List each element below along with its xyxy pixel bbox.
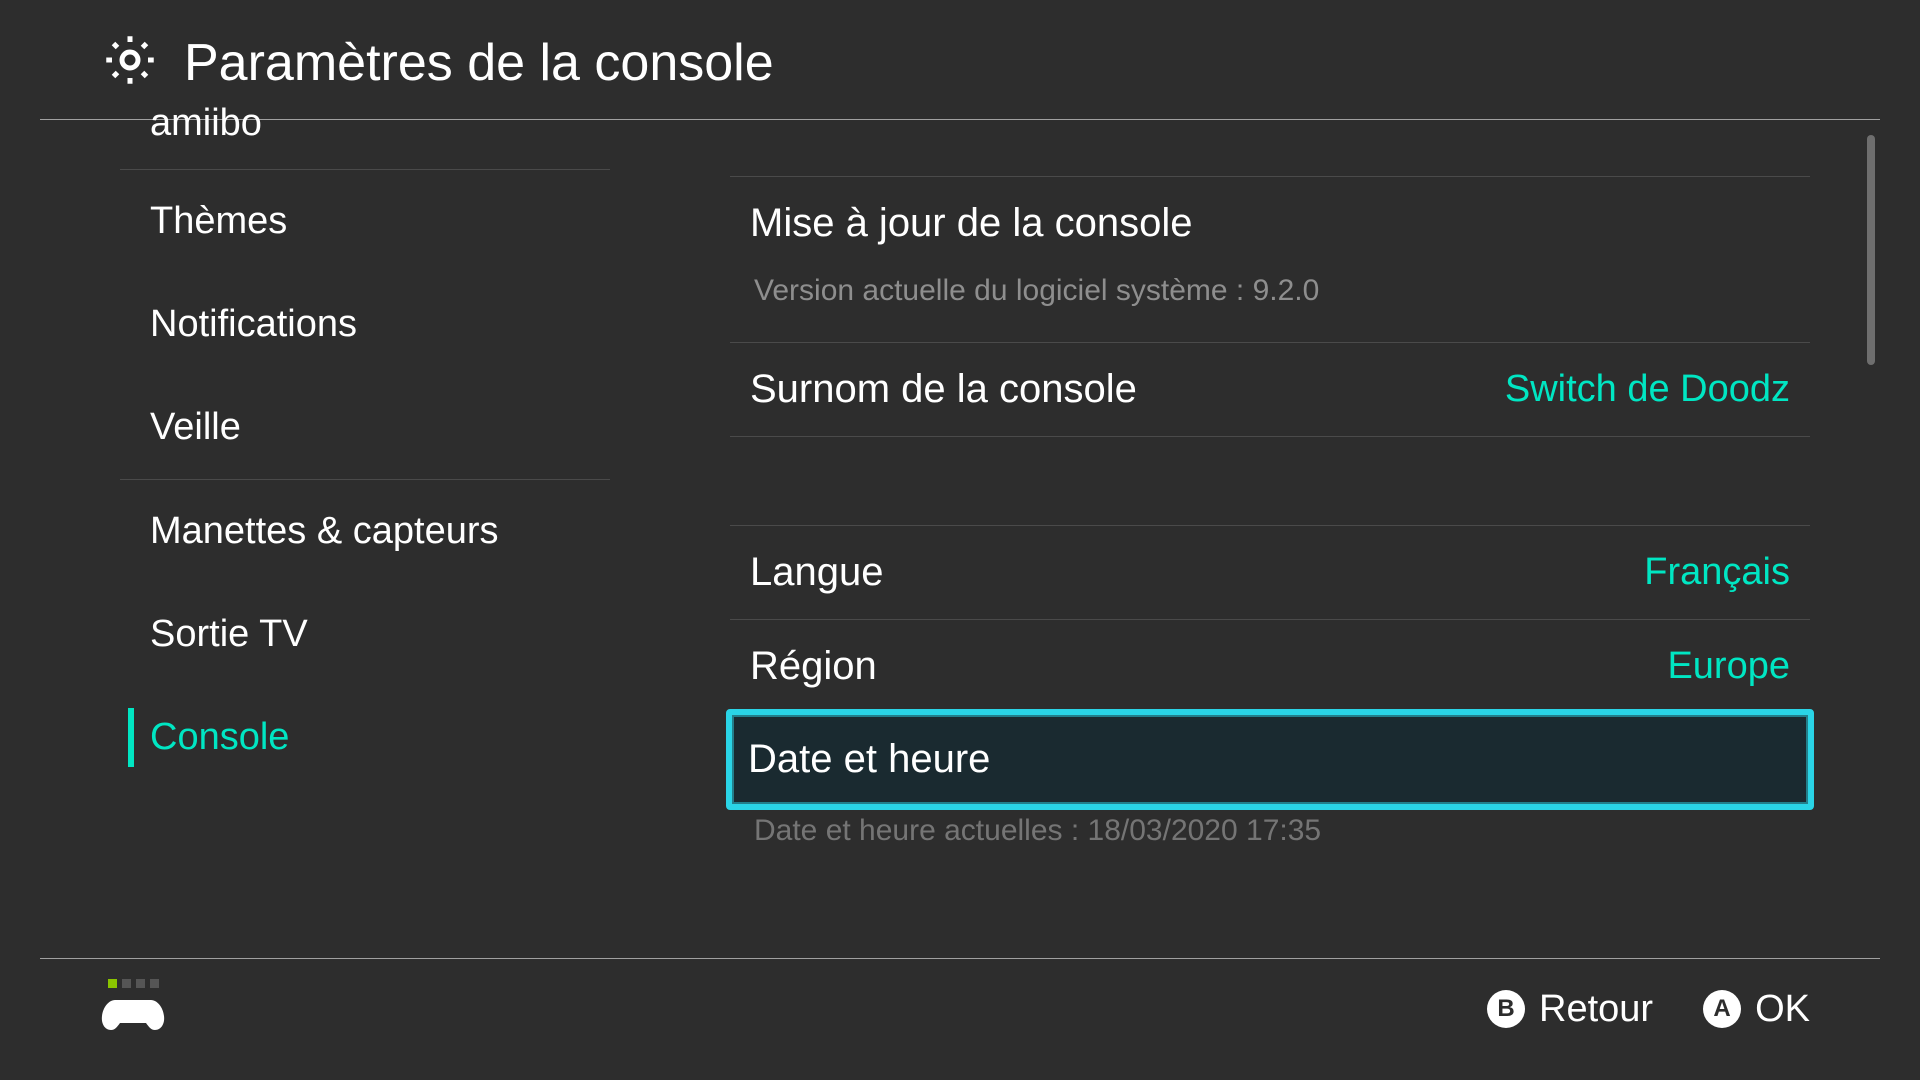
row-label: Surnom de la console [750, 367, 1137, 412]
scrollbar[interactable] [1867, 135, 1875, 365]
page-title: Paramètres de la console [184, 33, 774, 93]
controller-icon [100, 994, 166, 1039]
footer-buttons: B Retour A OK [1487, 988, 1810, 1031]
row-value: Français [1644, 551, 1790, 594]
a-key-icon: A [1703, 990, 1741, 1028]
date-time-subtitle: Date et heure actuelles : 18/03/2020 17:… [730, 810, 1810, 848]
row-date-time[interactable]: Date et heure [726, 709, 1814, 810]
back-button[interactable]: B Retour [1487, 988, 1653, 1031]
group-system-update: Mise à jour de la console Version actuel… [730, 176, 1810, 437]
row-label: Date et heure [748, 737, 990, 782]
sidebar-item-label: Veille [150, 406, 241, 448]
row-label: Langue [750, 550, 883, 595]
sidebar-item-label: Thèmes [150, 200, 287, 242]
sidebar-item-tv-output[interactable]: Sortie TV [40, 583, 650, 686]
ok-button[interactable]: A OK [1703, 988, 1810, 1031]
sidebar-item-notifications[interactable]: Notifications [40, 273, 650, 376]
sidebar-item-sleep[interactable]: Veille [40, 376, 650, 479]
row-region[interactable]: Région Europe [730, 619, 1810, 713]
main-area: amiibo Thèmes Notifications Veille Manet… [40, 120, 1880, 958]
sidebar-item-console[interactable]: Console [40, 686, 650, 789]
controller-indicator [100, 979, 166, 1039]
sidebar-item-label: Console [150, 716, 289, 758]
row-system-update[interactable]: Mise à jour de la console [730, 176, 1810, 270]
row-value: Switch de Doodz [1505, 368, 1790, 411]
system-update-subtitle: Version actuelle du logiciel système : 9… [730, 270, 1810, 342]
back-label: Retour [1539, 988, 1653, 1031]
ok-label: OK [1755, 988, 1810, 1031]
row-label: Région [750, 644, 877, 689]
player-dots [108, 979, 159, 988]
sidebar-item-controllers[interactable]: Manettes & capteurs [40, 480, 650, 583]
sidebar-item-label: Sortie TV [150, 613, 308, 655]
gear-icon [100, 30, 160, 95]
sidebar-item-label: amiibo [150, 102, 262, 144]
sidebar-item-label: Notifications [150, 303, 357, 345]
group-locale: Langue Français Région Europe Date et he… [730, 525, 1810, 848]
sidebar-item-themes[interactable]: Thèmes [40, 170, 650, 273]
row-language[interactable]: Langue Français [730, 525, 1810, 619]
sidebar-item-label: Manettes & capteurs [150, 510, 499, 552]
row-value: Europe [1667, 645, 1790, 688]
sidebar-item-amiibo[interactable]: amiibo [40, 102, 650, 169]
footer: B Retour A OK [40, 959, 1880, 1059]
row-console-nickname[interactable]: Surnom de la console Switch de Doodz [730, 342, 1810, 437]
sidebar: amiibo Thèmes Notifications Veille Manet… [40, 120, 650, 958]
row-label: Mise à jour de la console [750, 201, 1192, 246]
b-key-icon: B [1487, 990, 1525, 1028]
content-pane: Mise à jour de la console Version actuel… [650, 120, 1880, 958]
